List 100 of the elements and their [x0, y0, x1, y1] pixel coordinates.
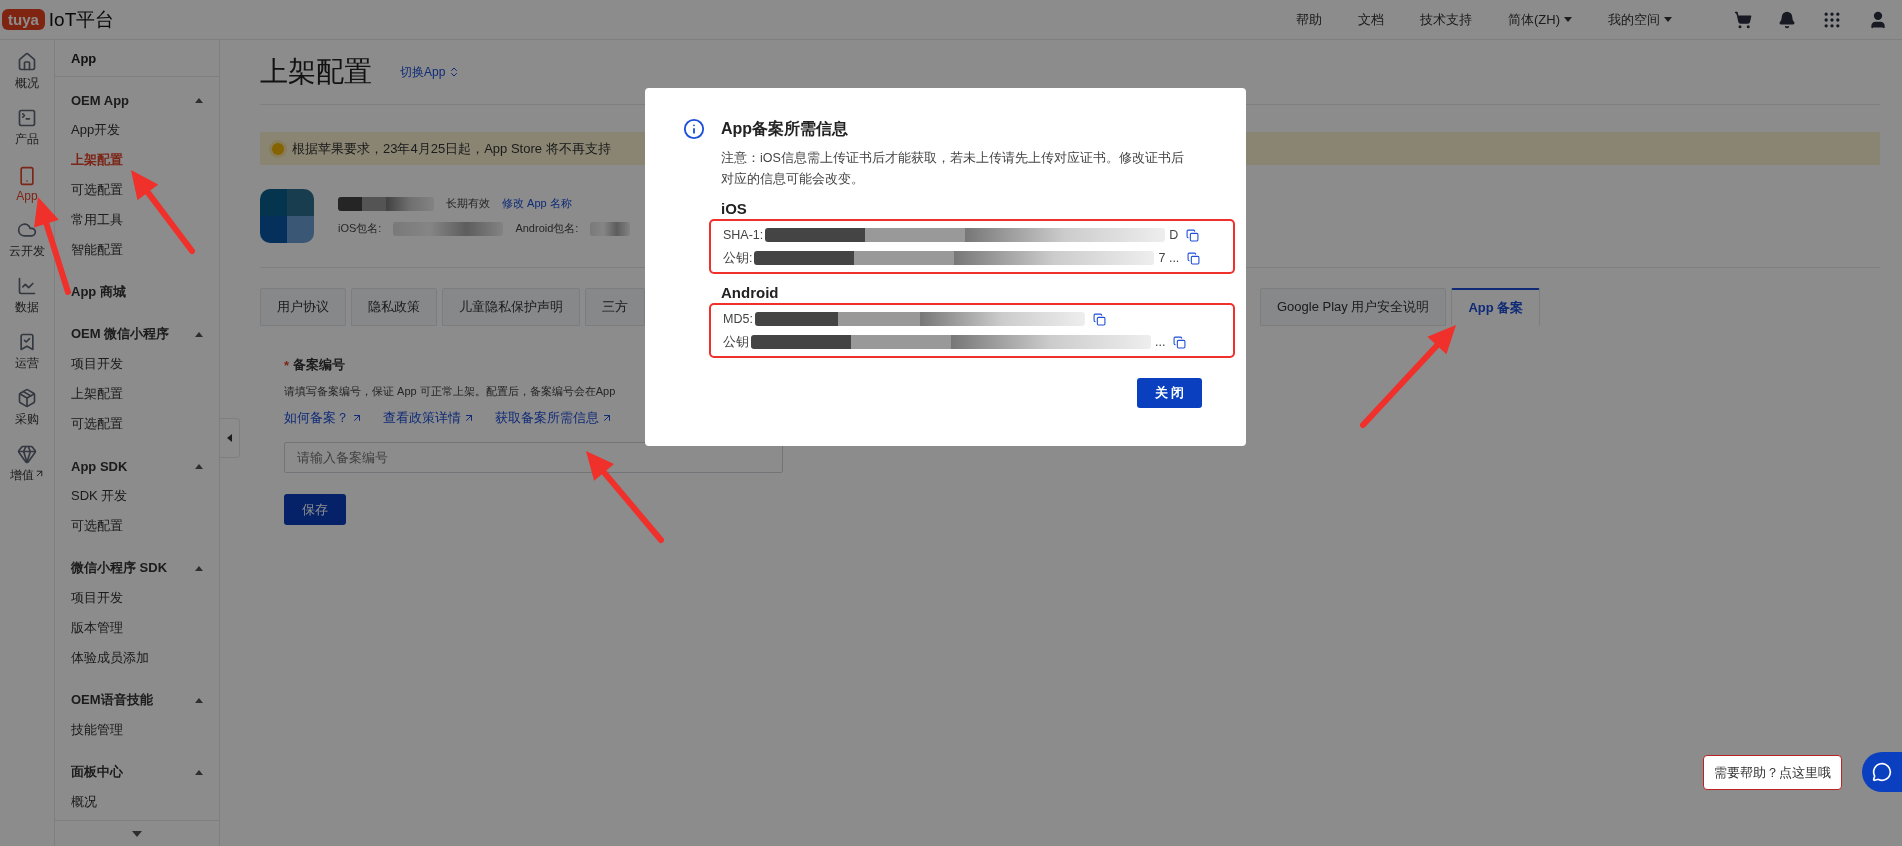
value-tail: D [1169, 228, 1179, 242]
field-label: 公钥: [723, 249, 753, 267]
field-label: 备案编号 [293, 356, 346, 374]
page-title: 上架配置 [260, 55, 372, 89]
copy-icon[interactable] [1173, 335, 1187, 349]
platform-heading: Android [721, 284, 780, 301]
rename-link[interactable]: 修改 App 名称 [502, 196, 572, 211]
field-label: MD5: [723, 312, 753, 326]
copy-icon[interactable] [1186, 228, 1200, 242]
tab[interactable]: Google Play 用户安全说明 [1260, 288, 1447, 326]
sidebar-item[interactable]: 技能管理 [55, 715, 219, 745]
value-tail: ... [1155, 335, 1166, 349]
platform-heading: iOS [721, 200, 748, 217]
notice-text: 根据苹果要求，23年4月25日起，App Store 将不再支持 [292, 139, 611, 158]
field-label: SHA-1: [723, 228, 764, 242]
input-field[interactable]: 请输入备案编号 [284, 442, 783, 473]
nav-icon [17, 276, 37, 296]
sidebar-link[interactable]: App 商城 [55, 277, 219, 307]
dialog-note: 注意：iOS信息需上传证书后才能获取，若未上传请先上传对应证书。修改证书后对应的信息可能会改变。 [721, 150, 1185, 188]
sidebar-item[interactable]: 上架配置 [55, 379, 219, 409]
sidebar-item[interactable]: 常用工具 [55, 205, 219, 235]
app-icon [260, 189, 314, 243]
info-icon [683, 118, 705, 140]
sidebar-item[interactable]: 概况 [55, 787, 219, 817]
group-label: OEM App [71, 92, 129, 108]
help-prompt[interactable]: 需要帮助？点这里哦 [1703, 755, 1842, 790]
nav-rail-item[interactable]: 数据 [0, 268, 54, 324]
copy-icon[interactable] [1187, 251, 1201, 265]
field-description: 请填写备案编号，保证 App 可正常上架。配置后，备案编号会在App [284, 384, 616, 399]
sidebar-item[interactable]: 可选配置 [55, 409, 219, 439]
close-button[interactable]: 关 闭 [1137, 378, 1202, 408]
tab[interactable]: App 备案 [1451, 288, 1541, 326]
group-label: App SDK [71, 458, 128, 474]
nav-icon [17, 388, 37, 408]
external-link-icon [601, 412, 613, 424]
tab[interactable]: 用户协议 [260, 288, 346, 326]
group-label: OEM语音技能 [71, 691, 153, 709]
external-link-icon [463, 412, 475, 424]
chat-icon [1872, 762, 1892, 782]
nav-icon [17, 165, 37, 186]
value-tail: 7 ... [1158, 251, 1180, 265]
required-mark: * [284, 357, 290, 373]
sidebar-item[interactable]: 上架配置 [55, 145, 219, 175]
field-label: 公钥 [723, 333, 749, 351]
tab[interactable]: 三方 [585, 288, 645, 326]
nav-label: 产品 [15, 131, 39, 148]
nav-rail-item[interactable]: 增值 [0, 436, 54, 492]
nav-label: App [16, 188, 38, 203]
save-button[interactable]: 保存 [284, 494, 346, 525]
nav-rail-item[interactable]: 概况 [0, 44, 54, 100]
sidebar-item[interactable]: 项目开发 [55, 583, 219, 613]
sidebar-group-title[interactable]: App SDK [55, 451, 219, 481]
bell-icon[interactable] [1778, 10, 1796, 29]
logo[interactable]: tuya [2, 9, 45, 30]
sidebar-group-title[interactable]: OEM语音技能 [55, 685, 219, 715]
header-link[interactable]: 帮助 [1296, 10, 1322, 29]
group-label: OEM 微信小程序 [71, 325, 170, 343]
copy-icon[interactable] [1092, 312, 1106, 326]
sidebar-group-title[interactable]: 面板中心 [55, 757, 219, 787]
group-label: 面板中心 [71, 763, 123, 781]
header-link[interactable]: 技术支持 [1420, 10, 1472, 29]
help-link[interactable]: 查看政策详情 [383, 409, 475, 427]
header-link[interactable]: 简体(ZH) [1508, 10, 1572, 29]
nav-icon [17, 444, 37, 464]
nav-rail-item[interactable]: 产品 [0, 100, 54, 156]
validity-text: 长期有效 [446, 196, 490, 211]
sidebar-item[interactable]: 体验成员添加 [55, 643, 219, 673]
caret-icon [132, 830, 142, 837]
nav-label: 概况 [15, 75, 39, 92]
sidebar-group-title[interactable]: OEM 微信小程序 [55, 319, 219, 349]
cart-icon[interactable] [1734, 10, 1752, 29]
android-package-label: Android包名: [515, 221, 579, 236]
sidebar-item[interactable]: 智能配置 [55, 235, 219, 265]
sidebar-group-title[interactable]: OEM App [55, 85, 219, 115]
caret-icon [227, 434, 232, 442]
help-link[interactable]: 获取备案所需信息 [495, 409, 613, 427]
sidebar-item[interactable]: App开发 [55, 115, 219, 145]
sidebar-item[interactable]: 版本管理 [55, 613, 219, 643]
help-link[interactable]: 如何备案？ [284, 409, 363, 427]
sidebar-item[interactable]: 可选配置 [55, 511, 219, 541]
sidebar-item[interactable]: 项目开发 [55, 349, 219, 379]
switch-app-link[interactable]: 切换App [400, 63, 461, 81]
header-link[interactable]: 文档 [1358, 10, 1384, 29]
nav-rail-item[interactable]: 采购 [0, 380, 54, 436]
sidebar-item[interactable]: SDK 开发 [55, 481, 219, 511]
chat-button[interactable] [1862, 752, 1902, 792]
warning-dot-icon [272, 142, 284, 155]
nav-rail-item[interactable]: 运营 [0, 324, 54, 380]
header-link[interactable]: 我的空间 [1608, 10, 1672, 29]
tab[interactable]: 隐私政策 [351, 288, 437, 326]
sidebar-heading: App [55, 40, 219, 77]
platform-title: IoT平台 [48, 7, 115, 32]
sidebar-group-title[interactable]: 微信小程序 SDK [55, 553, 219, 583]
sidebar-item[interactable]: 可选配置 [55, 175, 219, 205]
collapse-handle[interactable] [220, 418, 240, 458]
ios-package-label: iOS包名: [338, 221, 382, 236]
nav-icon [17, 108, 37, 128]
user-icon[interactable] [1868, 9, 1888, 30]
tab[interactable]: 儿童隐私保护声明 [442, 288, 580, 326]
nav-icon [17, 332, 37, 352]
